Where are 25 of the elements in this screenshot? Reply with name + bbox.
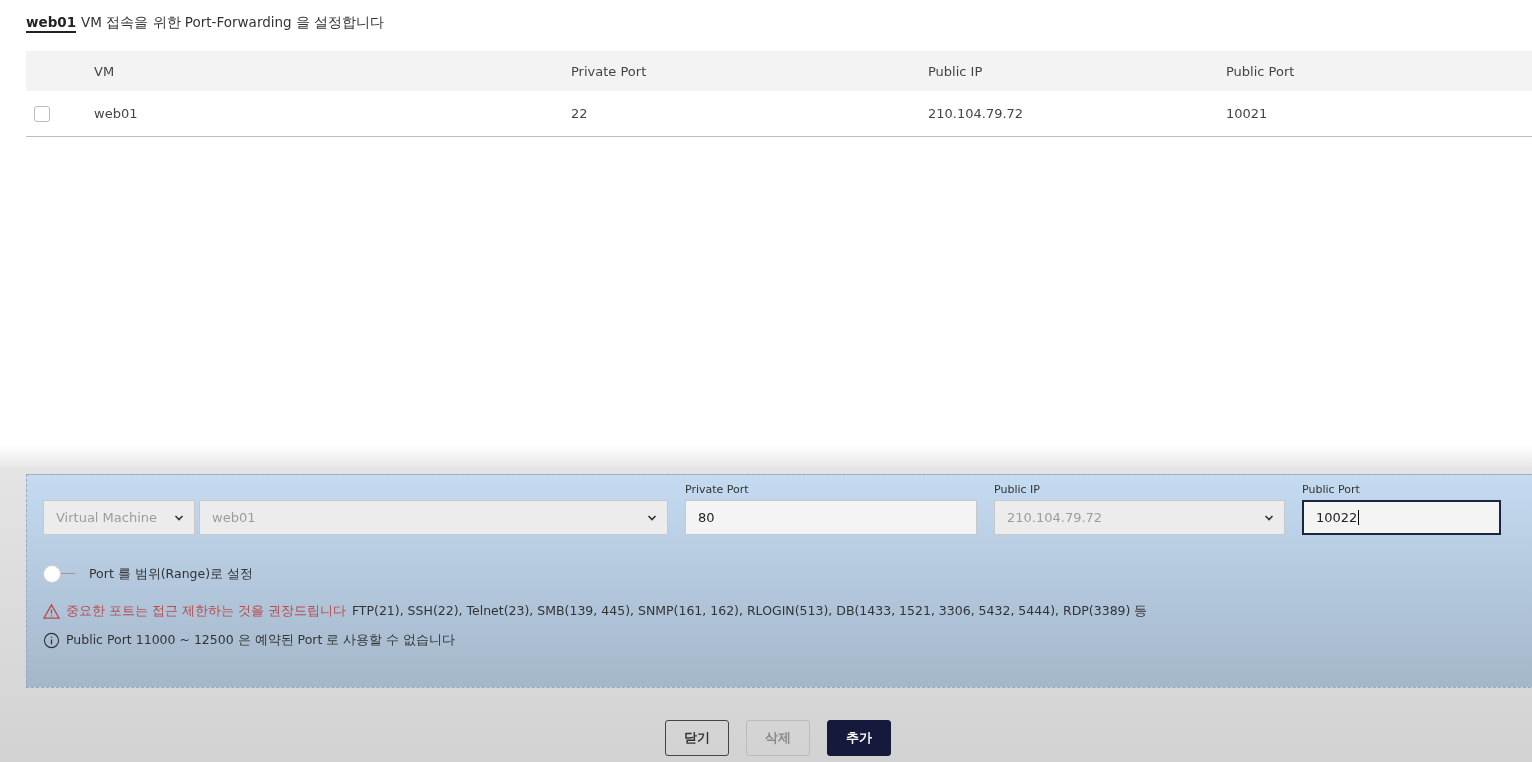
input-field[interactable]: 80 — [685, 500, 977, 535]
warning-icon — [43, 603, 60, 620]
dialog-button[interactable]: 닫기 — [665, 720, 729, 756]
column-header: Public Port — [1226, 63, 1296, 79]
info-text: Public Port 11000 ~ 12500 은 예약된 Port 로 사용할 수 없습니다 — [66, 632, 456, 649]
table-cell-text: 22 — [571, 106, 589, 121]
warning-title: 중요한 포트는 접근 제한하는 것을 권장드립니다 — [66, 603, 346, 620]
column-header: VM — [94, 63, 116, 79]
warning-ports: FTP(21), SSH(22), Telnet(23), SMB(139, 445), SNMP(161, 162), RLOGIN(513), DB(1433, 1521, 3306, 5432, 5444), RDP(3389) 등 — [351, 603, 1148, 620]
column-header: Public IP — [928, 63, 984, 79]
heading-text: VM 접속을 위한 Port-Forwarding 을 설정합니다 — [81, 14, 385, 32]
range-toggle[interactable] — [43, 565, 75, 583]
table-cell-text: 10021 — [1226, 106, 1269, 121]
table-cell-text: 210.104.79.72 — [928, 106, 1025, 121]
field-label: Public Port — [1302, 483, 1361, 497]
row-checkbox[interactable] — [34, 105, 50, 122]
field-label: Public IP — [994, 483, 1041, 497]
vm-name: web01 — [26, 14, 77, 33]
table-cell-text: web01 — [94, 106, 139, 121]
field-label: Private Port — [685, 483, 750, 497]
dialog-button[interactable]: 추가 — [827, 720, 891, 756]
info-icon — [43, 632, 60, 649]
input-field[interactable]: 10022 — [1302, 500, 1501, 535]
column-header: Private Port — [571, 63, 648, 79]
toggle-label: Port 를 범위(Range)로 설정 — [89, 565, 254, 583]
